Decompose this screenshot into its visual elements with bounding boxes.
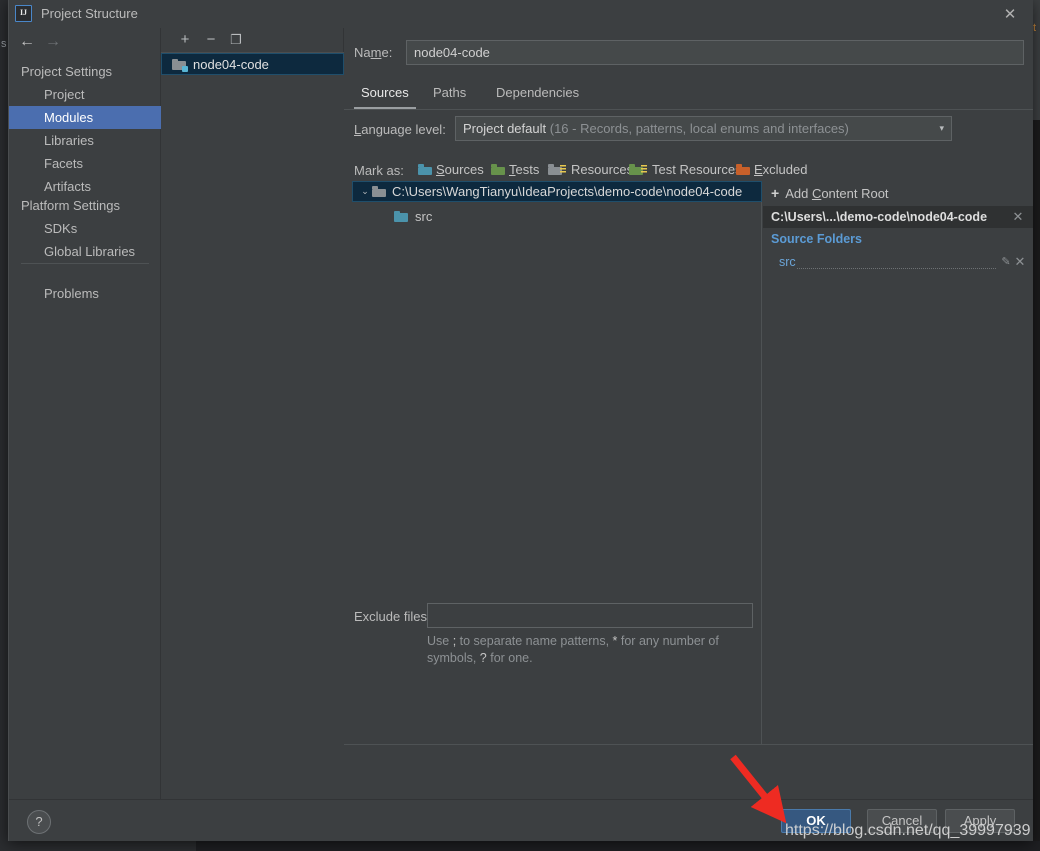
remove-module-icon[interactable]: − xyxy=(200,30,222,50)
dialog-titlebar: IJ Project Structure ✕ xyxy=(9,0,1033,28)
mark-as-label-text: Tests xyxy=(509,162,540,177)
dotted-leader xyxy=(796,257,996,269)
pencil-icon[interactable]: ✎ xyxy=(999,255,1013,269)
hint-part: to separate name patterns, xyxy=(456,634,613,648)
language-level-value: Project default xyxy=(463,121,547,136)
sidebar-divider xyxy=(21,263,149,264)
test-resources-folder-icon xyxy=(629,164,647,175)
sidebar-item-project[interactable]: Project xyxy=(9,83,161,106)
language-level-detail: (16 - Records, patterns, local enums and… xyxy=(549,121,849,136)
tabs-underline xyxy=(344,109,1033,110)
back-arrow-icon[interactable]: ← xyxy=(15,32,39,52)
exclude-files-input[interactable] xyxy=(427,603,753,628)
module-editor-panel: Name: Sources Paths Dependencies Language … xyxy=(344,28,1033,799)
exclude-files-hint: Use ; to separate name patterns, * for a… xyxy=(427,633,767,667)
grey-folder-icon xyxy=(372,186,386,197)
module-tabs: Sources Paths Dependencies xyxy=(354,80,1033,110)
list-item[interactable]: node04-code xyxy=(161,53,344,75)
settings-sidebar: ← → Project Settings Platform Settings Pr… xyxy=(9,28,161,799)
module-list-panel: + − ❐ node04-code xyxy=(161,28,344,799)
tab-sources[interactable]: Sources xyxy=(354,80,416,109)
module-name-label: node04-code xyxy=(193,56,269,72)
mark-as-label-text: Excluded xyxy=(754,162,808,177)
backdrop-left-text: s xyxy=(1,38,7,50)
mark-as-sources[interactable]: Sources xyxy=(418,162,484,177)
plus-icon: + xyxy=(771,185,780,201)
hint-part: Use xyxy=(427,634,453,648)
main-bottom-divider xyxy=(344,744,1033,745)
hint-part: for one. xyxy=(486,651,533,665)
add-content-root-button[interactable]: + Add Content Root xyxy=(763,181,1033,205)
sidebar-group-header: Project Settings xyxy=(21,64,113,79)
src-folder-label: src xyxy=(415,208,433,224)
dialog-title: Project Structure xyxy=(41,6,138,21)
sidebar-item-artifacts[interactable]: Artifacts xyxy=(9,175,161,198)
watermark-url: https://blog.csdn.net/qq_39997939 xyxy=(785,822,1031,839)
mark-as-excluded[interactable]: Excluded xyxy=(736,162,807,177)
tree-row-src[interactable]: src xyxy=(352,206,762,226)
tab-dependencies[interactable]: Dependencies xyxy=(489,80,586,109)
content-root-short-path: C:\Users\...\demo-code\node04-code xyxy=(771,210,988,224)
ide-backdrop-bottom-left xyxy=(0,841,196,851)
close-icon[interactable]: ✕ xyxy=(1011,209,1025,225)
chevron-down-icon[interactable]: ⌄ xyxy=(358,186,372,197)
language-level-label: Language level: xyxy=(354,122,446,137)
tree-row-content-root[interactable]: ⌄ C:\Users\WangTianyu\IdeaProjects\demo-… xyxy=(352,181,762,202)
sidebar-item-problems[interactable]: Problems xyxy=(9,282,161,305)
copy-module-icon[interactable]: ❐ xyxy=(225,30,247,50)
mark-as-label-text: Resources xyxy=(571,162,634,177)
sidebar-item-libraries[interactable]: Libraries xyxy=(9,129,161,152)
source-folders-title: Source Folders xyxy=(771,232,862,246)
close-icon[interactable]: ✕ xyxy=(997,4,1023,26)
mark-as-label-text: Test Resources xyxy=(652,162,742,177)
resources-folder-icon xyxy=(548,164,566,175)
sidebar-item-modules[interactable]: Modules xyxy=(9,106,161,129)
hint-part: for any number of xyxy=(617,634,719,648)
sidebar-nav-arrows: ← → xyxy=(9,28,161,54)
language-level-select[interactable]: Project default (16 - Records, patterns,… xyxy=(455,116,952,141)
hint-part: symbols, xyxy=(427,651,480,665)
content-root-entry[interactable]: C:\Users\...\demo-code\node04-code ✕ xyxy=(763,206,1033,228)
hint-question: ? xyxy=(479,651,487,665)
mark-as-test-resources[interactable]: Test Resources xyxy=(629,162,742,177)
forward-arrow-icon[interactable]: → xyxy=(41,32,65,52)
module-folder-icon xyxy=(172,58,188,72)
sources-folder-icon xyxy=(418,164,432,175)
sidebar-item-sdks[interactable]: SDKs xyxy=(9,217,161,240)
chevron-down-icon: ▾ xyxy=(939,123,944,133)
sidebar-item-global-libraries[interactable]: Global Libraries xyxy=(9,240,161,263)
source-folder-icon xyxy=(394,210,408,222)
intellij-idea-icon: IJ xyxy=(15,5,32,22)
exclude-files-label: Exclude files: xyxy=(354,609,431,624)
mark-as-label-text: Sources xyxy=(436,162,484,177)
add-content-root-label: Add Content Root xyxy=(785,185,889,201)
tab-paths[interactable]: Paths xyxy=(426,80,473,109)
sidebar-item-facets[interactable]: Facets xyxy=(9,152,161,175)
source-folder-row[interactable]: src ✎ ✕ xyxy=(763,252,1033,272)
mark-as-label: Mark as: xyxy=(354,163,404,178)
source-folder-name[interactable]: src xyxy=(779,255,796,269)
backdrop-right-text: t xyxy=(1033,22,1037,34)
module-name-input[interactable] xyxy=(406,40,1024,65)
content-root-detail-panel: + Add Content Root C:\Users\...\demo-cod… xyxy=(763,181,1033,744)
project-structure-dialog: IJ Project Structure ✕ ← → Project Setti… xyxy=(8,0,1033,841)
help-icon[interactable]: ? xyxy=(27,810,51,834)
name-label: Name: xyxy=(354,45,393,60)
module-list-body: node04-code xyxy=(161,52,344,799)
excluded-folder-icon xyxy=(736,164,750,175)
content-root-path-label: C:\Users\WangTianyu\IdeaProjects\demo-co… xyxy=(392,184,743,199)
mark-as-tests[interactable]: Tests xyxy=(491,162,539,177)
module-list-toolbar: + − ❐ xyxy=(161,28,344,52)
mark-as-resources[interactable]: Resources xyxy=(548,162,633,177)
tests-folder-icon xyxy=(491,164,505,175)
close-icon[interactable]: ✕ xyxy=(1013,254,1027,270)
add-module-icon[interactable]: + xyxy=(174,30,196,50)
